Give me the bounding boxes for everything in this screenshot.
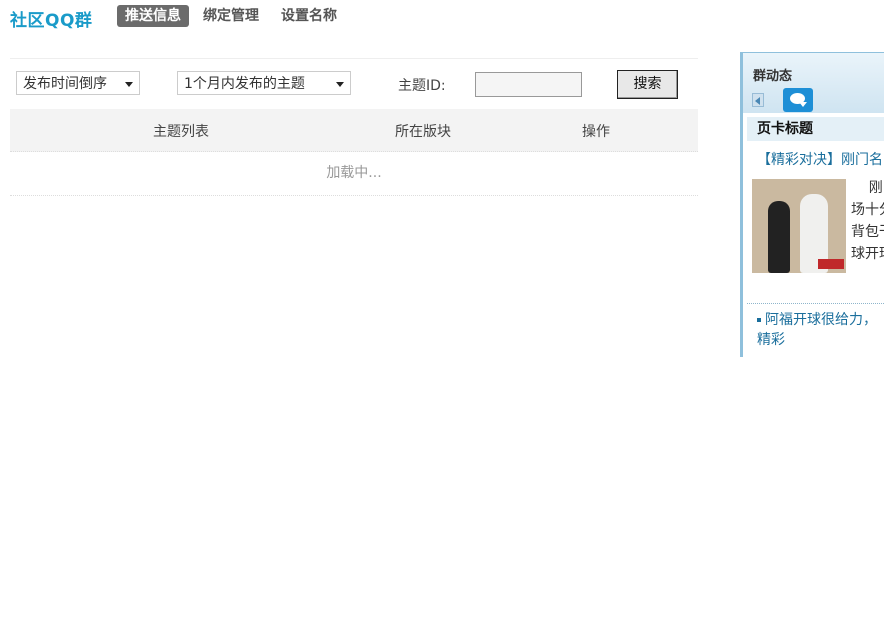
range-select[interactable]: 1个月内发布的主题 [177,71,351,95]
main-panel: 发布时间倒序 1个月内发布的主题 主题ID: 搜索 主题列表 所在版块 操作 加… [10,58,698,196]
tab-bind-manage[interactable]: 绑定管理 [195,5,267,27]
widget-tab-title: 页卡标题 [747,117,884,141]
chevron-down-icon [125,82,133,87]
header: 社区QQ群 推送信息 绑定管理 设置名称 [0,0,884,36]
widget-header: 群动态 [743,53,884,113]
order-select[interactable]: 发布时间倒序 [16,71,140,95]
column-header-section: 所在版块 [395,124,451,140]
photo-watermark [818,259,844,269]
range-select-value: 1个月内发布的主题 [184,76,305,92]
widget-list-link[interactable]: 阿福开球很给力，精彩 [757,310,884,350]
feature-text: 刚 场十分 背包干 球开球 [851,180,884,262]
widget-title: 群动态 [753,69,793,84]
photo-person-left [768,201,790,273]
column-header-topic-list: 主题列表 [153,124,209,140]
widget-list-link-text: 阿福开球很给力，精彩 [757,312,877,348]
group-activity-widget: 群动态 页卡标题 【精彩对决】刚门名 刚 场十分 背包干 球开球 阿福开球很给力… [740,52,884,357]
chat-bubble-icon[interactable] [783,88,813,112]
widget-body: 页卡标题 【精彩对决】刚门名 刚 场十分 背包干 球开球 阿福开球很给力，精彩 [743,117,884,357]
filter-bar: 发布时间倒序 1个月内发布的主题 主题ID: 搜索 [10,58,698,109]
widget-feature: 刚 场十分 背包干 球开球 [743,169,884,281]
divider [747,303,884,304]
loading-row: 加载中... [10,152,698,196]
widget-headline-link[interactable]: 【精彩对决】刚门名 [757,149,884,169]
nav-tabs: 推送信息 绑定管理 设置名称 [117,5,345,27]
topic-id-input[interactable] [475,72,582,97]
tab-push-info[interactable]: 推送信息 [117,5,189,27]
search-button[interactable]: 搜索 [617,70,678,99]
brand-title: 社区QQ群 [10,11,93,31]
topic-id-label: 主题ID: [398,78,446,94]
prev-arrow-icon[interactable] [752,93,764,107]
bullet-icon [757,318,761,322]
feature-photo[interactable] [752,179,846,273]
column-header-actions: 操作 [582,124,610,140]
table-header: 主题列表 所在版块 操作 [10,109,698,152]
tab-set-name[interactable]: 设置名称 [273,5,345,27]
chevron-down-icon [336,82,344,87]
order-select-value: 发布时间倒序 [23,76,107,92]
